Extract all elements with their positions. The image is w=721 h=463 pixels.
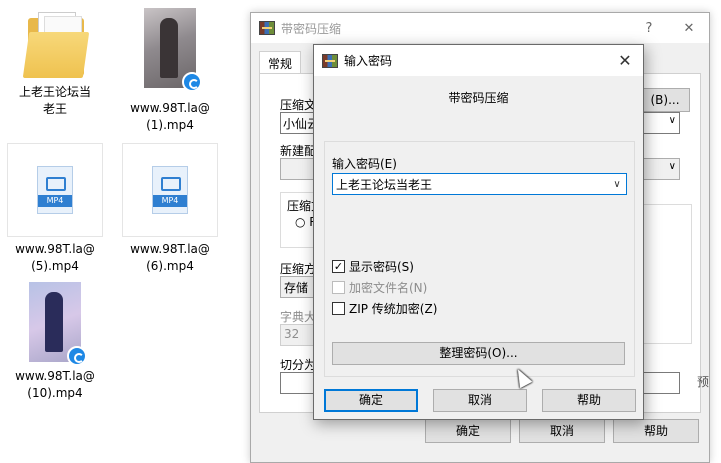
cancel-button[interactable]: 取消: [433, 389, 527, 412]
desktop-icon-label: 上老王论坛当老王: [18, 85, 91, 116]
dialog-heading: 带密码压缩: [448, 91, 509, 105]
chevron-down-icon[interactable]: ∨: [669, 161, 676, 172]
method-label: 压缩方: [280, 262, 317, 276]
split-label: 切分为: [280, 358, 317, 372]
browse-button[interactable]: (B)...: [640, 88, 690, 112]
help-button[interactable]: 帮助: [613, 419, 699, 443]
tab-general[interactable]: 常规: [259, 51, 302, 75]
winrar-icon: [322, 53, 338, 68]
ok-button[interactable]: 确定: [324, 389, 418, 412]
mp4-file-icon: MP4: [37, 166, 73, 214]
player-badge-icon: [182, 72, 202, 92]
new-profile-label: 新建配: [280, 144, 317, 158]
desktop-folder[interactable]: 上老王论坛当老王: [0, 10, 110, 118]
organize-passwords-button[interactable]: 整理密码(O)...: [332, 342, 625, 365]
mp4-file-icon: MP4: [152, 166, 188, 214]
dictionary-label: 字典大: [280, 310, 317, 324]
password-dialog-titlebar[interactable]: 输入密码 ✕: [314, 45, 643, 76]
desktop-icon-label: www.98T.la@ (1).mp4: [130, 101, 210, 132]
cancel-button[interactable]: 取消: [519, 419, 605, 443]
chevron-down-icon[interactable]: ∨: [669, 115, 676, 126]
help-icon[interactable]: ?: [629, 21, 669, 36]
ok-button[interactable]: 确定: [425, 419, 511, 443]
video-thumbnail: [144, 8, 202, 92]
archive-window-title: 带密码压缩: [281, 21, 342, 36]
desktop-video-6[interactable]: MP4 www.98T.la@ (6).mp4: [115, 143, 225, 275]
player-badge-icon: [67, 346, 87, 366]
options-group: [640, 204, 692, 344]
show-password-checkbox[interactable]: ✓ 显示密码(S): [332, 258, 414, 275]
desktop-icon-label: www.98T.la@ (5).mp4: [15, 242, 95, 273]
password-label: 输入密码(E): [332, 157, 397, 171]
password-dialog-title: 输入密码: [344, 54, 393, 68]
desktop-video-1[interactable]: www.98T.la@ (1).mp4: [115, 8, 225, 134]
checkmark-icon: ✓: [332, 260, 345, 273]
archive-name-label: 压缩文: [280, 98, 317, 112]
winrar-icon: [259, 21, 275, 35]
chevron-down-icon[interactable]: ∨: [608, 179, 626, 190]
desktop-icon-label: www.98T.la@ (10).mp4: [15, 369, 95, 400]
folder-icon: [22, 10, 90, 80]
zip-legacy-encryption-checkbox[interactable]: ZIP 传统加密(Z): [332, 300, 437, 317]
video-thumbnail: [29, 282, 87, 366]
close-icon[interactable]: ✕: [669, 21, 709, 36]
archive-window-titlebar[interactable]: 带密码压缩 ? ✕: [251, 13, 709, 43]
close-icon[interactable]: ✕: [607, 51, 643, 70]
password-value: 上老王论坛当老王: [336, 177, 433, 192]
password-dialog: 输入密码 ✕ 带密码压缩 输入密码(E) 上老王论坛当老王 ∨ ✓ 显示密码(S…: [313, 44, 644, 420]
desktop-video-5[interactable]: MP4 www.98T.la@ (5).mp4: [0, 143, 110, 275]
desktop-video-10[interactable]: www.98T.la@ (10).mp4: [0, 282, 110, 402]
desktop-icon-label: www.98T.la@ (6).mp4: [130, 242, 210, 273]
encrypt-filenames-checkbox[interactable]: 加密文件名(N): [332, 279, 427, 296]
help-button[interactable]: 帮助: [542, 389, 636, 412]
password-combobox[interactable]: 上老王论坛当老王 ∨: [332, 173, 627, 195]
edge-fragment-text: 预: [697, 375, 710, 389]
